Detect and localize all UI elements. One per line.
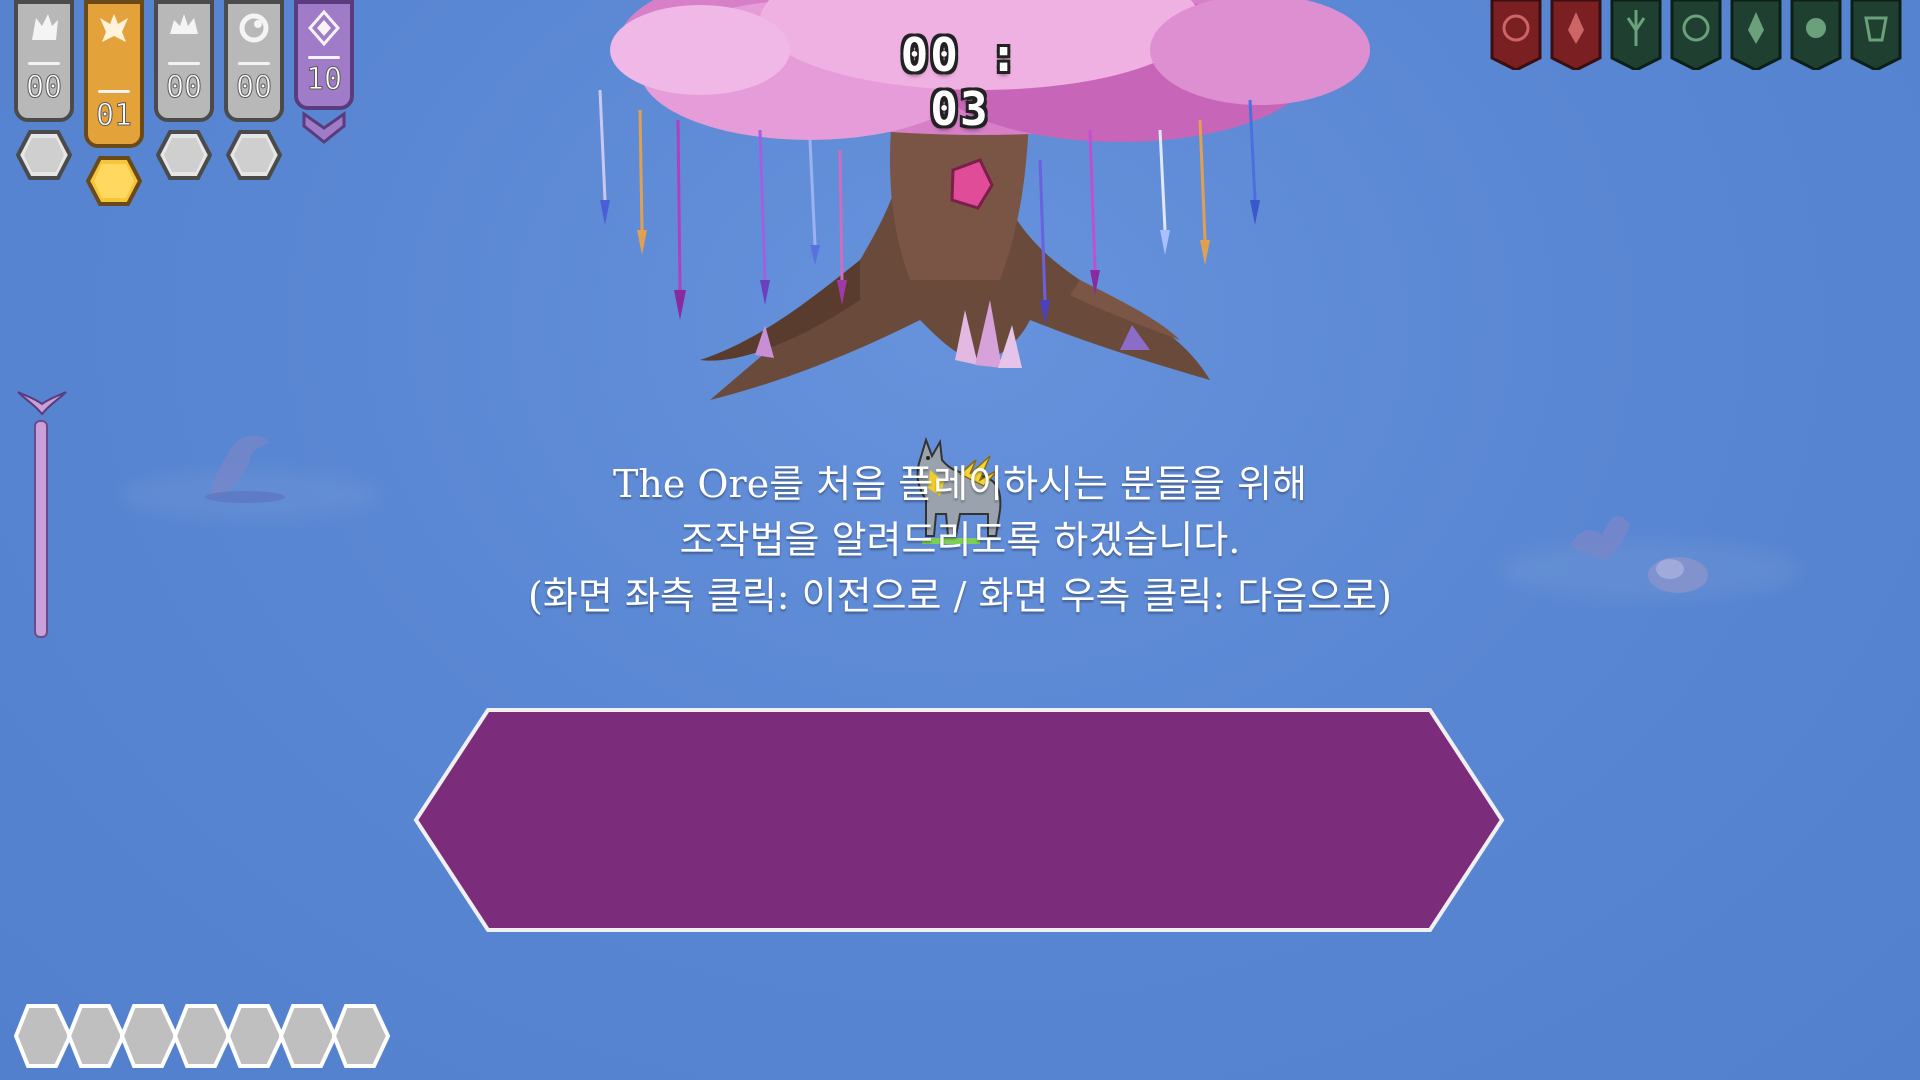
inventory-slot[interactable] [14,1004,73,1068]
dialog-line-1: The Ore를 처음 플레이하시는 분들을 위해 [613,462,1307,506]
inventory-slot[interactable] [278,1004,338,1068]
inventory-slot[interactable] [172,1004,232,1068]
tutorial-dialog-text: The Ore를 처음 플레이하시는 분들을 위해 조작법을 알려드리도록 하겠… [0,0,1920,1080]
inventory-slot[interactable] [225,1004,285,1068]
inventory-slots [14,1004,391,1068]
inventory-slot[interactable] [331,1004,391,1068]
dialog-line-2: 조작법을 알려드리도록 하겠습니다. [679,518,1241,562]
inventory-slot[interactable] [119,1004,179,1068]
dialog-line-3: (화면 좌측 클릭: 이전으로 / 화면 우측 클릭: 다음으로) [528,574,1392,618]
inventory-slot[interactable] [66,1004,126,1068]
